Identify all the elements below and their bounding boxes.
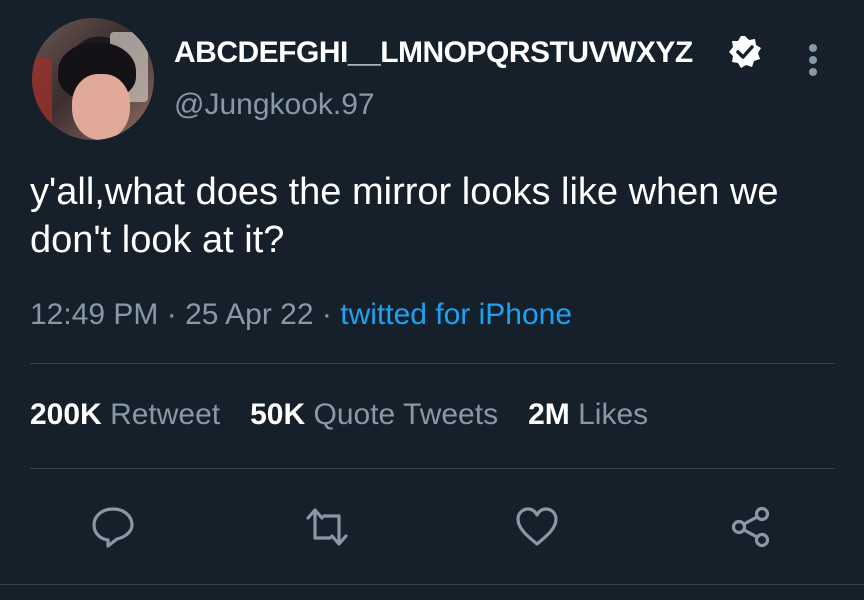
action-bar (0, 502, 864, 552)
share-button[interactable] (726, 502, 776, 552)
divider (30, 468, 835, 469)
tweet-stats: 200K Retweet 50K Quote Tweets 2M Likes (30, 398, 648, 432)
quotes-count: 50K (250, 398, 306, 431)
retweets-stat[interactable]: 200K Retweet (30, 398, 220, 431)
more-vertical-icon[interactable] (800, 40, 826, 80)
quotes-stat[interactable]: 50K Quote Tweets (250, 398, 498, 431)
tweet-meta: 12:49 PM · 25 Apr 22 · twitted for iPhon… (30, 298, 572, 332)
share-icon (731, 506, 770, 548)
retweet-icon (306, 508, 348, 546)
tweet-date: 25 Apr 22 (185, 298, 314, 331)
tweet-source-link[interactable]: twitted for iPhone (340, 298, 572, 331)
user-handle[interactable]: @Jungkook.97 (174, 88, 375, 122)
avatar[interactable] (32, 18, 154, 140)
quotes-label: Quote Tweets (313, 398, 499, 431)
likes-label: Likes (578, 398, 649, 431)
avatar-background-detail (32, 58, 52, 128)
meta-separator: · (321, 298, 332, 331)
verified-badge-icon (729, 36, 761, 68)
reply-button[interactable] (88, 502, 138, 552)
retweets-label: Retweet (110, 398, 221, 431)
retweet-button[interactable] (302, 502, 352, 552)
heart-icon (516, 507, 558, 546)
likes-count: 2M (528, 398, 570, 431)
tweet-text: y'all,what does the mirror looks like wh… (30, 171, 779, 261)
divider (0, 584, 864, 585)
tweet-time: 12:49 PM (30, 298, 159, 331)
display-name[interactable]: ABCDEFGHI__LMNOPQRSTUVWXYZ (174, 36, 693, 70)
divider (30, 363, 835, 364)
like-button[interactable] (512, 502, 562, 552)
likes-stat[interactable]: 2M Likes (528, 398, 648, 431)
tweet-card: ABCDEFGHI__LMNOPQRSTUVWXYZ @Jungkook.97 … (0, 0, 864, 600)
retweets-count: 200K (30, 398, 102, 431)
avatar-face (72, 74, 130, 140)
meta-separator: · (166, 298, 177, 331)
reply-icon (92, 507, 134, 548)
